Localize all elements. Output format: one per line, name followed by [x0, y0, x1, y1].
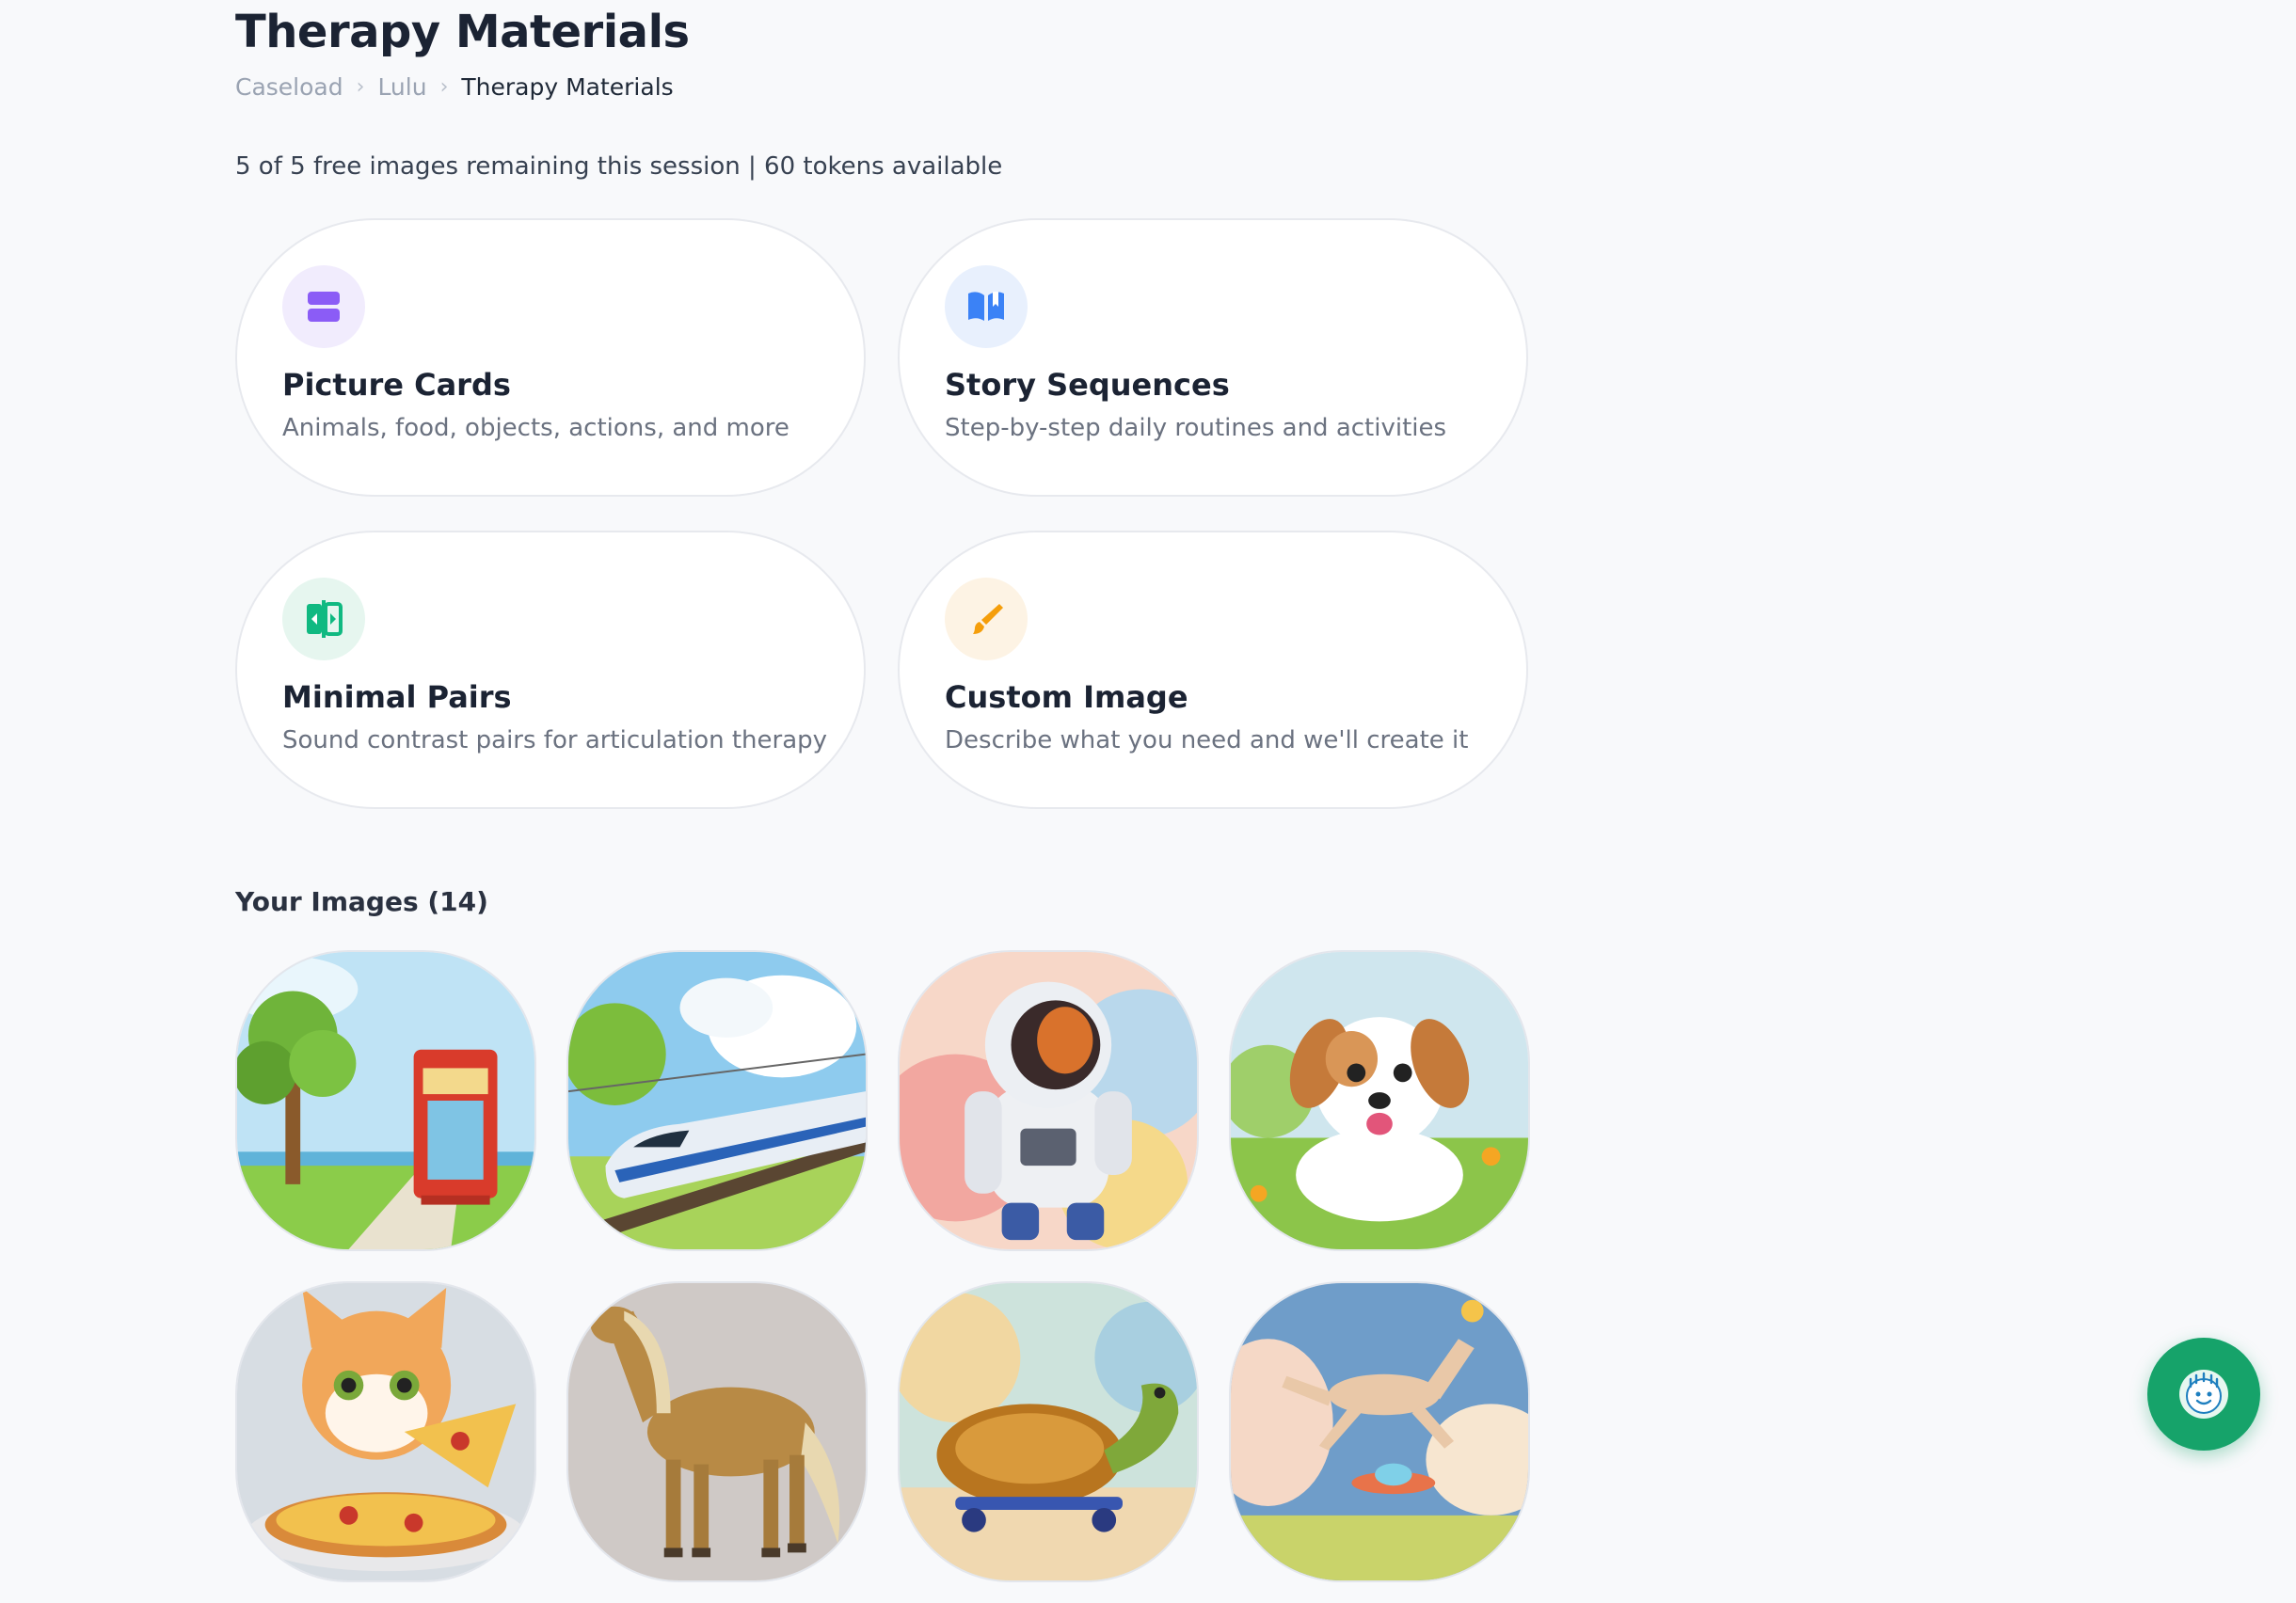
chevron-right-icon: ›	[439, 75, 449, 99]
image-thumbnail-cat-pizza[interactable]	[235, 1281, 536, 1582]
chevron-right-icon: ›	[356, 75, 365, 99]
card-title: Custom Image	[945, 679, 1188, 715]
page-title: Therapy Materials	[235, 6, 690, 58]
compare-icon	[282, 578, 365, 660]
paintbrush-icon	[945, 578, 1028, 660]
image-thumbnail-horse[interactable]	[566, 1281, 868, 1582]
breadcrumb: Caseload › Lulu › Therapy Materials	[235, 73, 674, 101]
card-description: Step-by-step daily routines and activiti…	[945, 414, 1447, 442]
breadcrumb-lulu[interactable]: Lulu	[377, 73, 426, 101]
custom-image-card[interactable]: Custom Image Describe what you need and …	[898, 531, 1528, 809]
image-thumbnail-turtle[interactable]	[898, 1281, 1199, 1582]
card-description: Describe what you need and we'll create …	[945, 726, 1469, 754]
card-title: Story Sequences	[945, 367, 1230, 403]
assistant-button[interactable]	[2147, 1338, 2260, 1451]
image-thumbnail-astronaut[interactable]	[898, 950, 1199, 1251]
image-thumbnail-tree-phone-booth[interactable]	[235, 950, 536, 1251]
story-sequences-card[interactable]: Story Sequences Step-by-step daily routi…	[898, 218, 1528, 497]
layers-icon	[282, 265, 365, 348]
images-section-title: Your Images (14)	[235, 886, 488, 917]
usage-status: 5 of 5 free images remaining this sessio…	[235, 152, 1003, 181]
card-description: Sound contrast pairs for articulation th…	[282, 726, 828, 754]
book-open-icon	[945, 265, 1028, 348]
minimal-pairs-card[interactable]: Minimal Pairs Sound contrast pairs for a…	[235, 531, 866, 809]
assistant-face-icon	[2179, 1370, 2228, 1419]
image-thumbnail-puppy[interactable]	[1229, 950, 1530, 1251]
image-thumbnail-train[interactable]	[566, 950, 868, 1251]
image-thumbnail-jumping-horse-ufo[interactable]	[1229, 1281, 1530, 1582]
picture-cards-card[interactable]: Picture Cards Animals, food, objects, ac…	[235, 218, 866, 497]
card-title: Minimal Pairs	[282, 679, 512, 715]
breadcrumb-current: Therapy Materials	[461, 73, 674, 101]
card-title: Picture Cards	[282, 367, 511, 403]
card-description: Animals, food, objects, actions, and mor…	[282, 414, 789, 442]
breadcrumb-caseload[interactable]: Caseload	[235, 73, 343, 101]
